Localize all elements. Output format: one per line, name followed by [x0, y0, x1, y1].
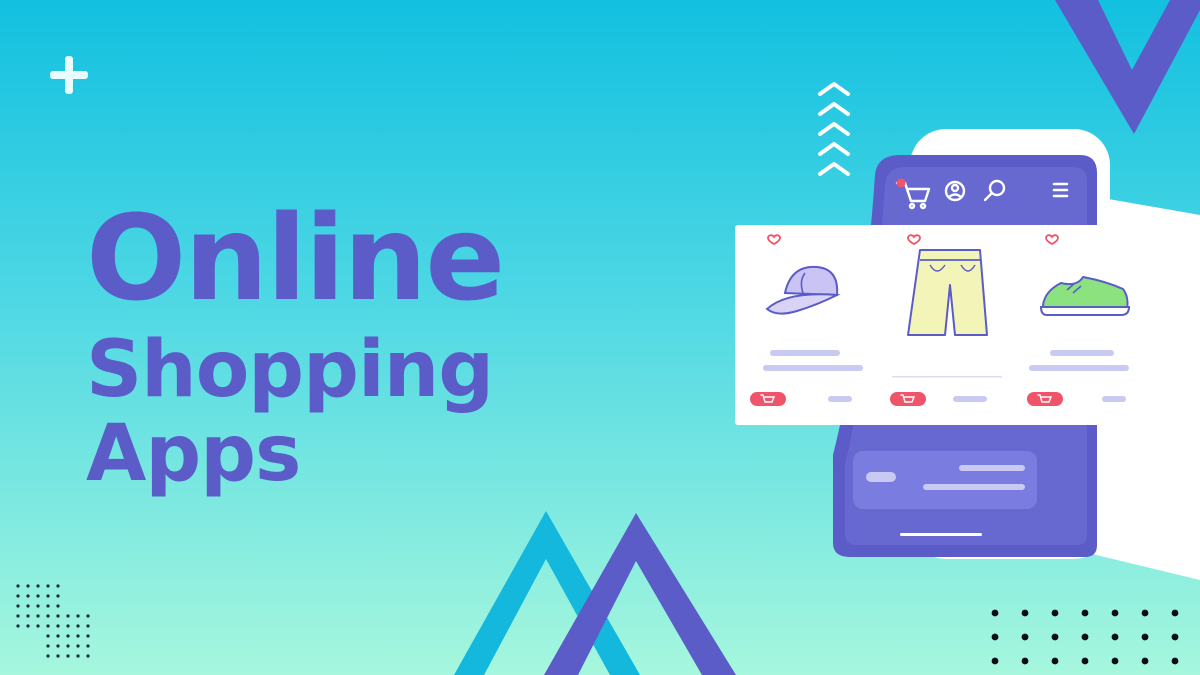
cart-badge	[896, 178, 906, 188]
add-to-cart-button[interactable]	[1027, 392, 1063, 406]
price-placeholder	[828, 396, 852, 402]
headline-online: Online	[86, 189, 505, 327]
mountain-shapes	[454, 511, 736, 675]
divider	[892, 376, 1002, 378]
product-line	[763, 365, 863, 371]
product-line	[1029, 365, 1129, 371]
phone-illustration	[735, 129, 1200, 580]
price-placeholder	[953, 396, 987, 402]
banner-chip	[866, 472, 896, 482]
product-card-cap[interactable]	[735, 225, 882, 425]
product-card-sneaker[interactable]	[1013, 225, 1161, 425]
banner-line	[959, 465, 1025, 471]
banner-line	[923, 484, 1025, 490]
plus-icon	[50, 56, 88, 94]
product-line	[770, 350, 840, 356]
product-line	[1050, 350, 1114, 356]
price-placeholder	[1102, 396, 1126, 402]
chevron-down-shape	[1055, 0, 1200, 134]
add-to-cart-button[interactable]	[750, 392, 786, 406]
product-card-shorts[interactable]	[873, 225, 1021, 425]
headline: Online Shopping Apps	[86, 188, 505, 499]
home-indicator	[900, 533, 982, 536]
headline-apps: Apps	[86, 409, 301, 499]
add-to-cart-button[interactable]	[890, 392, 926, 406]
dot-grid-left	[16, 584, 90, 658]
dot-grid-right	[991, 609, 1179, 665]
headline-shopping: Shopping	[86, 325, 494, 415]
